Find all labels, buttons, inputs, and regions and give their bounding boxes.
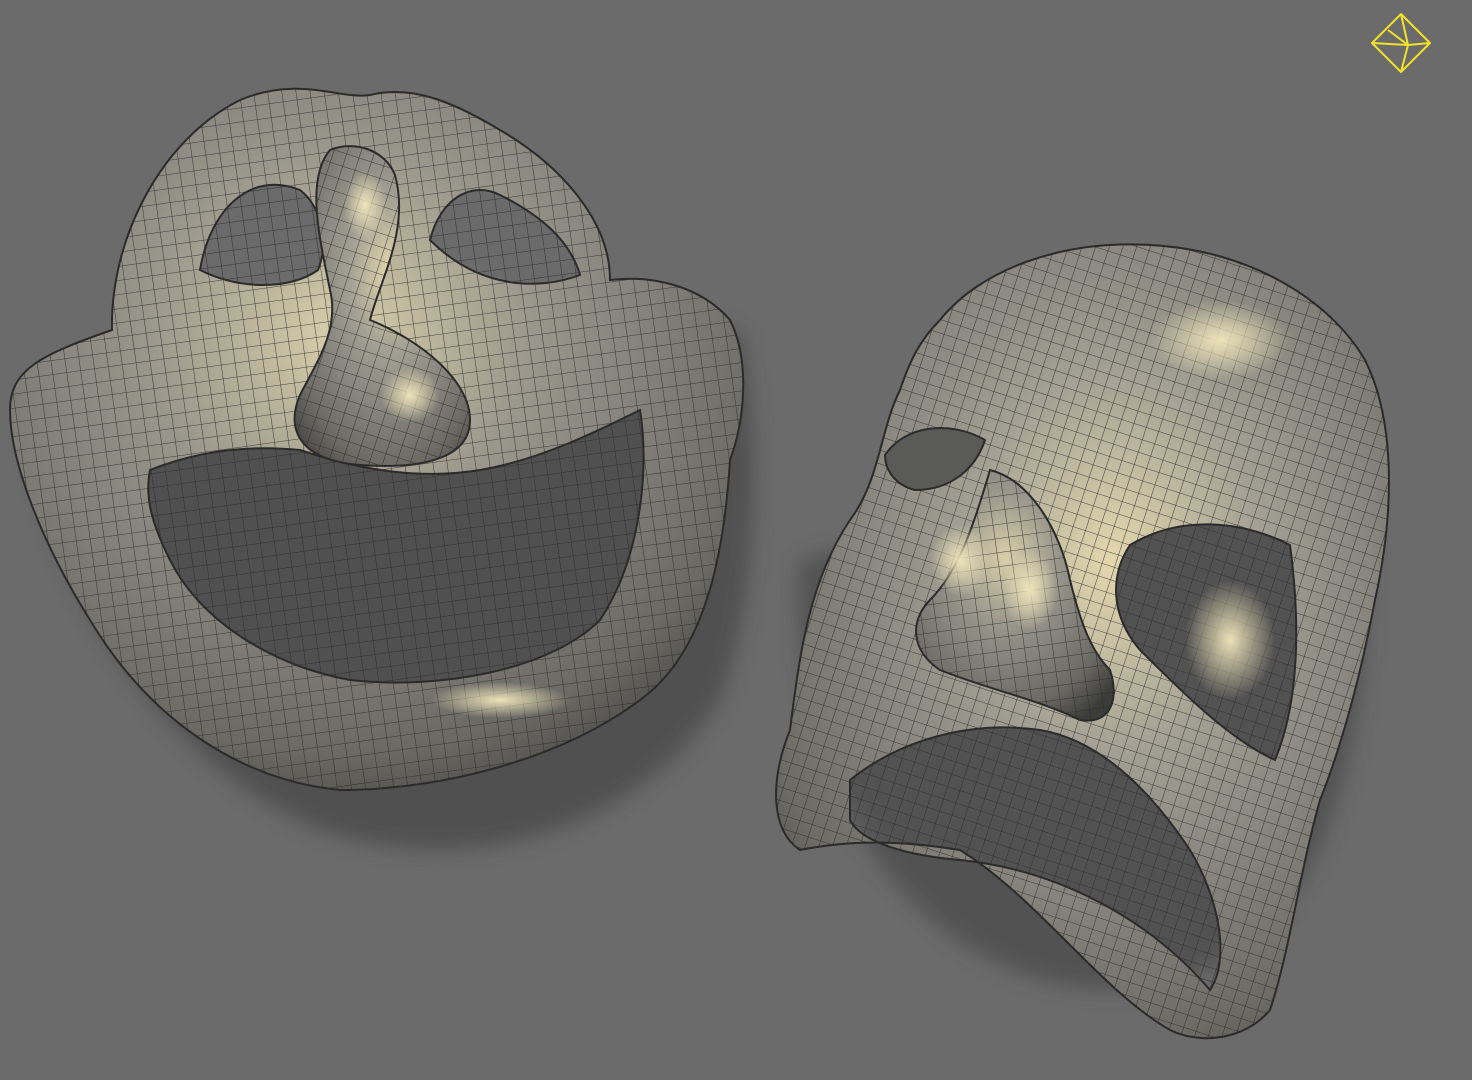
tragedy-highlight-forehead (1150, 300, 1290, 380)
tragedy-highlight-cheek (1185, 580, 1275, 700)
comedy-mask[interactable] (0, 80, 760, 850)
tragedy-highlight-brow (930, 524, 990, 596)
tragedy-highlight-nose (1002, 550, 1058, 630)
tragedy-mask[interactable] (760, 230, 1410, 1060)
comedy-highlight-nose (380, 367, 440, 423)
comedy-highlight-lip (430, 682, 570, 718)
viewport-scene[interactable] (0, 0, 1472, 1080)
3d-viewport[interactable] (0, 0, 1472, 1080)
octahedron-view-cube-icon (1371, 13, 1431, 73)
comedy-highlight-bridge (343, 171, 387, 239)
view-cube-button[interactable] (1368, 10, 1434, 76)
